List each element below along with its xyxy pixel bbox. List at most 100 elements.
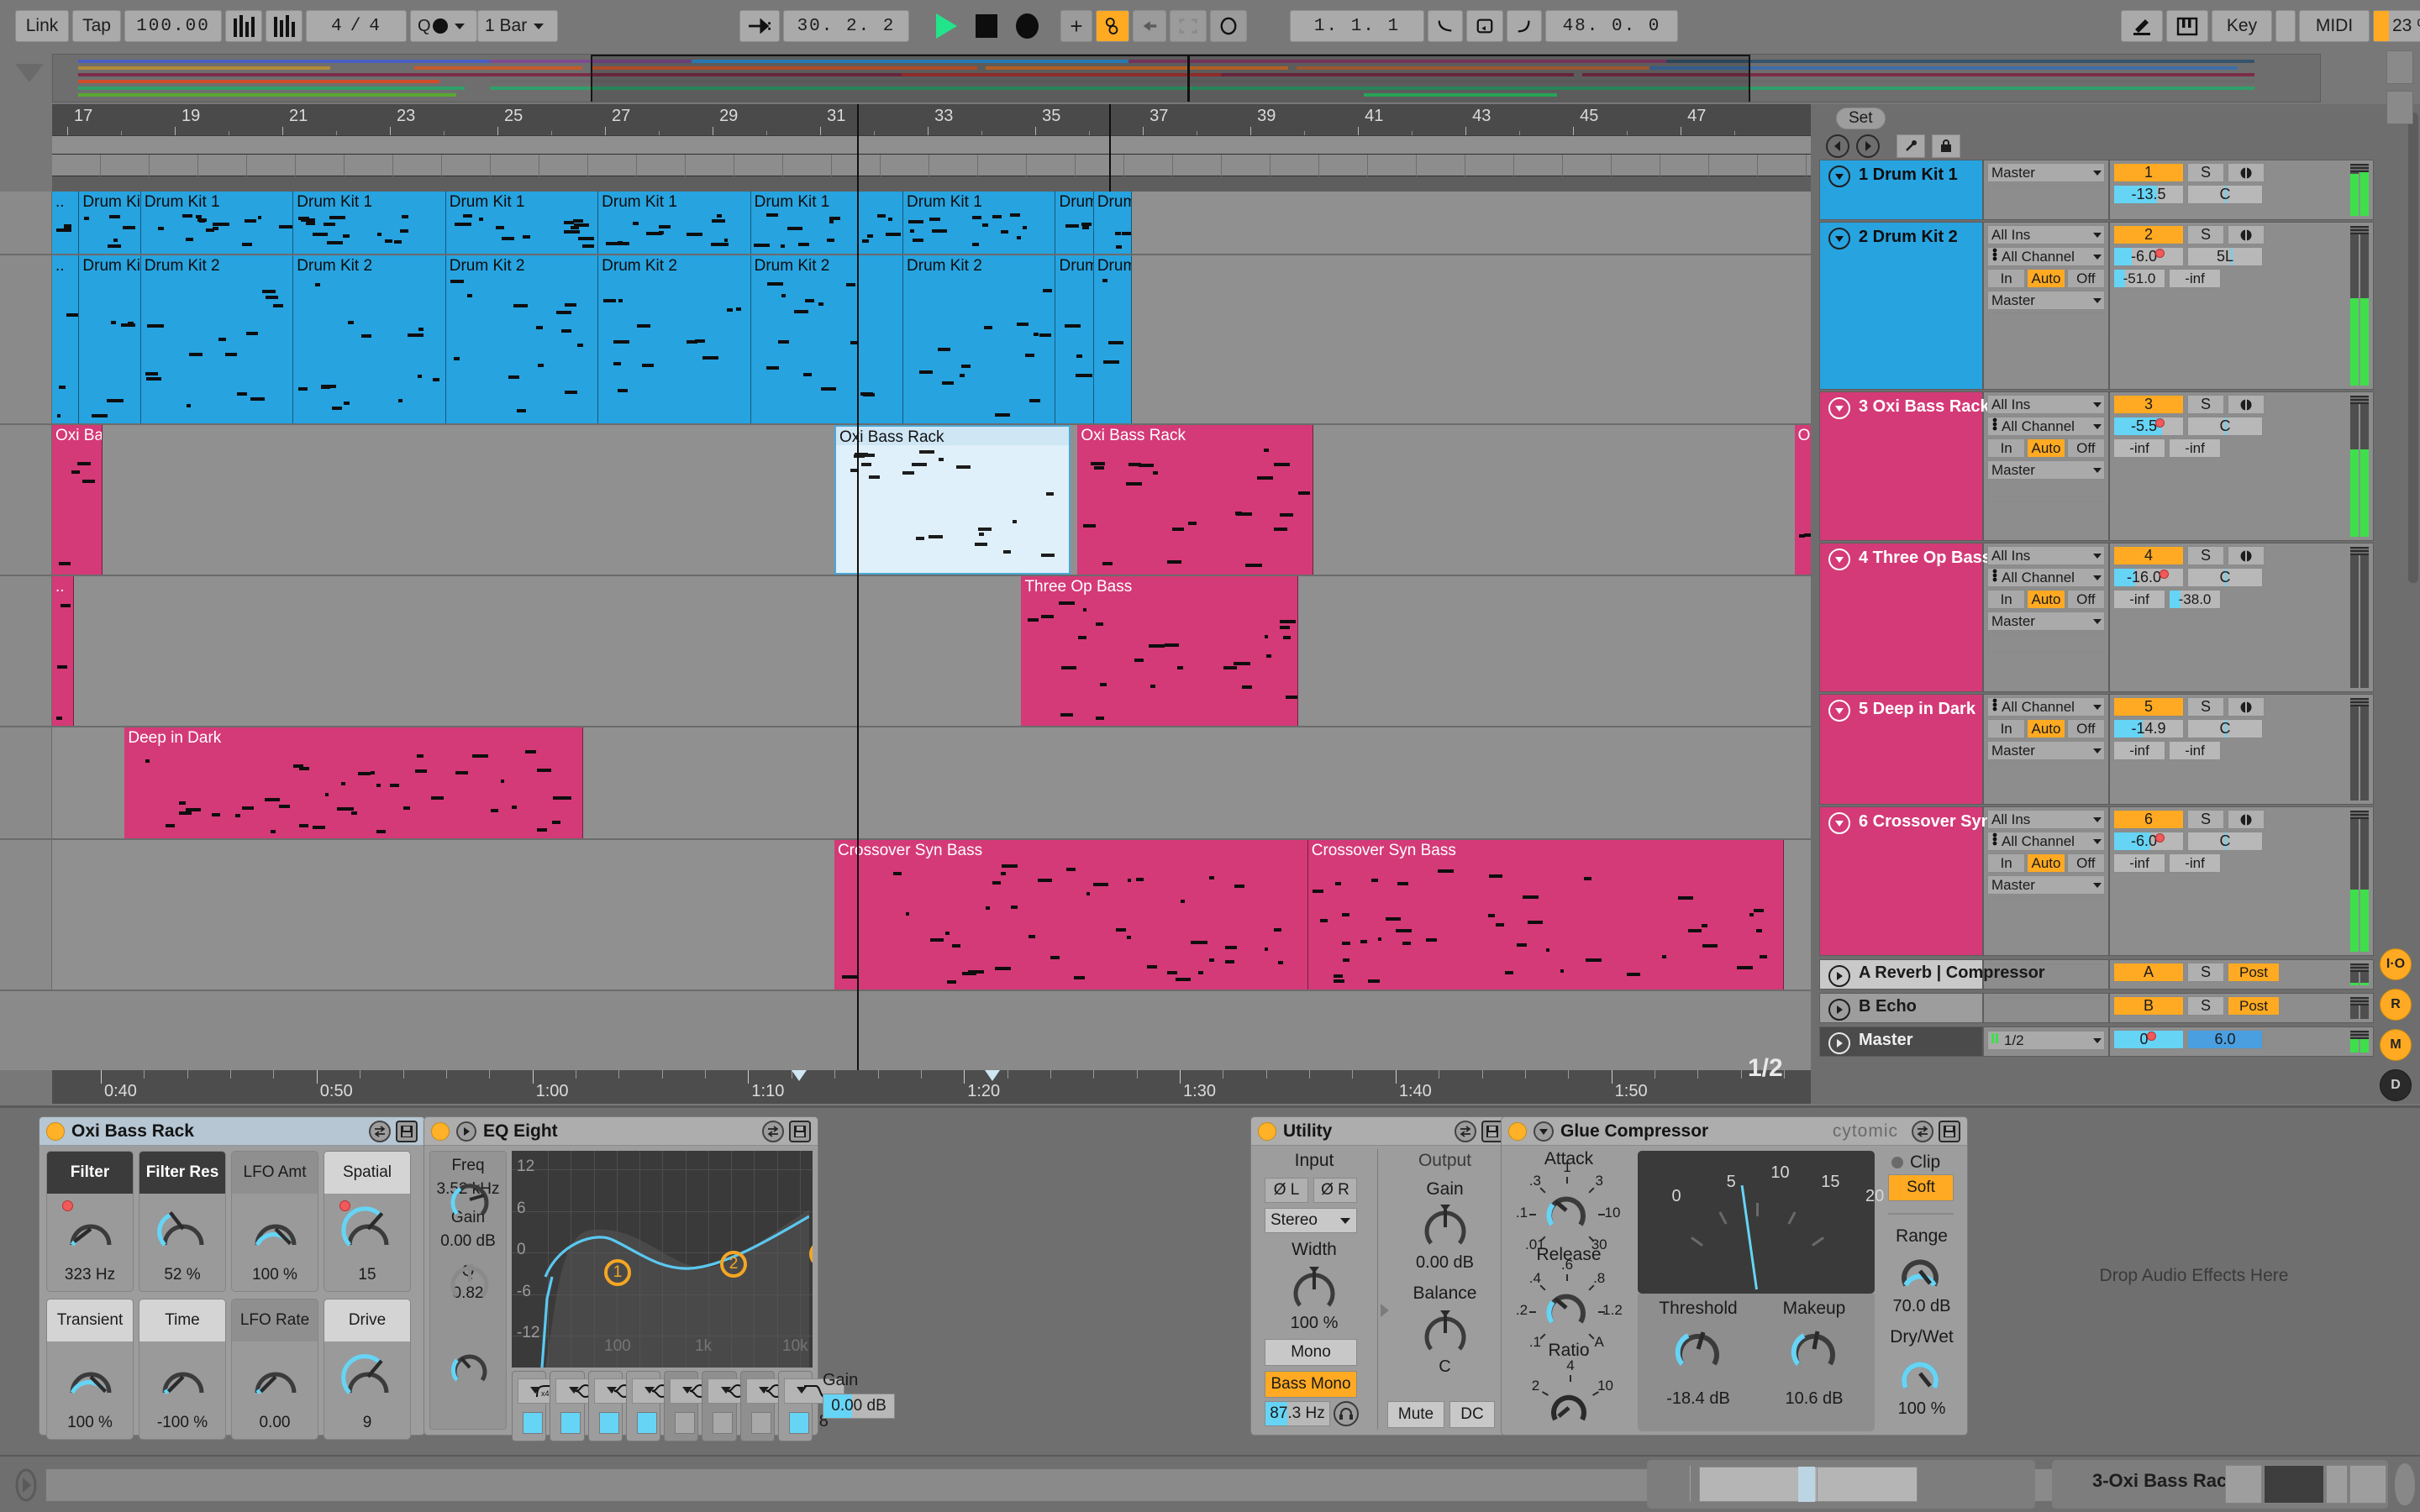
overview-collapse-arrow[interactable] [15,64,44,82]
io-select[interactable] [1987,763,2105,782]
loop-selection-button[interactable] [1170,10,1207,42]
send-a-field[interactable]: -inf [2113,438,2165,458]
scene-segment[interactable] [1222,155,1270,176]
volume-field[interactable]: -6.0 [2113,247,2184,266]
bass-mono-audition-button[interactable] [1334,1401,1359,1426]
monitor-option-off[interactable]: Off [2067,590,2105,609]
scene-segment[interactable] [832,155,881,176]
macro-knob[interactable] [59,1345,123,1409]
volume-field[interactable]: -13.5 [2113,185,2184,204]
scene-segment[interactable] [491,155,539,176]
output-gain-knob[interactable] [1419,1201,1471,1253]
volume-field[interactable]: -6.0 [2113,832,2184,851]
eq-frequency-graph[interactable]: 1260-6-121001k10k1238 [512,1151,813,1368]
save-preset-icon[interactable] [789,1121,811,1142]
draw-mode-button[interactable] [2121,10,2163,42]
track-fold-icon[interactable] [1828,700,1850,722]
return-fold-icon[interactable] [1828,965,1850,987]
arrangement-clip[interactable]: Drum K [1055,255,1093,423]
return-solo-button[interactable]: S [2187,996,2224,1016]
hot-swap-icon[interactable] [1912,1121,1933,1142]
send-b-field[interactable]: -38.0 [2169,590,2221,609]
arrangement-clip[interactable]: Deep in Dark [124,727,582,838]
solo-button[interactable]: S [2187,697,2224,717]
scene-segment[interactable] [345,155,393,176]
device-power-led-icon[interactable] [46,1122,65,1141]
arm-record-button[interactable] [2228,810,2265,829]
solo-button[interactable]: S [2187,810,2224,829]
scene-segment[interactable] [1709,155,1758,176]
tempo-field[interactable]: 100.00 [124,10,222,42]
eq-band[interactable]: 8 [778,1371,813,1441]
arrangement-clip[interactable]: Drum Kit 2 [141,255,293,423]
arrangement-clip[interactable]: Drum Kit 1 [141,192,293,254]
device-header-glue[interactable]: Glue Compressor cytomic [1502,1117,1967,1146]
io-select[interactable]: All Channel [1987,247,2105,266]
eq-band-node[interactable]: 2 [720,1251,747,1278]
track-fold-icon[interactable] [1828,397,1850,419]
eq-band-enable-checkbox[interactable] [789,1412,809,1434]
loop-brace-marker[interactable] [985,1070,1000,1081]
eq-band[interactable]: 4 [626,1371,660,1441]
track-fold-icon[interactable] [1828,549,1850,570]
track-activator-button[interactable]: 4 [2113,546,2184,565]
metronome-button[interactable] [225,10,262,42]
return-track-name-cell[interactable]: B Echo [1819,993,1983,1023]
arrangement-track[interactable]: ..Drum Kit 2Drum Kit 2Drum Kit 2Drum Kit… [0,255,1811,425]
io-select[interactable] [1987,897,2105,916]
monitor-option-in[interactable]: In [1987,853,2025,873]
macro-control[interactable]: Drive 9 [324,1299,411,1440]
hot-swap-icon[interactable] [369,1121,391,1142]
arrangement-clip[interactable]: .. [52,192,79,254]
arrangement-clip[interactable]: Oxi Bass Rack [834,425,1071,575]
lock-envelopes-button[interactable] [1932,134,1960,158]
solo-button[interactable]: S [2187,395,2224,414]
loop-brace-marker[interactable] [792,1070,807,1081]
track-name-cell[interactable]: 4 Three Op Bass [1819,543,1983,692]
macro-knob[interactable] [244,1197,308,1261]
eq-band[interactable]: 6 [702,1371,736,1441]
arrangement-track[interactable]: Oxi BasOxi Bass RackOxi Bass RackOxi Bas [0,425,1811,576]
eq-band-enable-checkbox[interactable] [599,1412,619,1434]
arrangement-clip[interactable]: Drum Kit 2 [446,255,598,423]
eq-band[interactable]: 3 [588,1371,623,1441]
macro-control[interactable]: LFO Amt 100 % [231,1151,318,1292]
scene-segment[interactable] [1173,155,1222,176]
eq-band-enable-checkbox[interactable] [523,1412,543,1434]
delay-toggle-button[interactable]: D [2380,1069,2412,1101]
io-select[interactable]: All Channel [1987,697,2105,717]
send-a-field[interactable]: -inf [2113,853,2165,873]
punch-in-button[interactable] [1428,10,1463,42]
arrangement-clip[interactable]: Drum Kit 2 [293,255,445,423]
io-select[interactable]: Master [1987,291,2105,310]
scene-segment[interactable] [1270,155,1319,176]
solo-button[interactable]: S [2187,163,2224,182]
scene-segment[interactable] [1612,155,1660,176]
punch-out-button[interactable] [1507,10,1542,42]
width-knob[interactable] [1288,1263,1340,1315]
device-header-oxi[interactable]: Oxi Bass Rack [39,1117,424,1146]
track-clip-area[interactable]: Deep in Dark [52,727,1811,838]
returns-toggle-button[interactable]: R [2380,989,2412,1021]
monitor-option-auto[interactable]: Auto [2027,438,2065,458]
return-post-button[interactable]: Post [2228,996,2280,1016]
arrangement-track[interactable]: Deep in Dark [0,727,1811,840]
scene-segment[interactable] [1027,155,1076,176]
nav-next-button[interactable] [1856,134,1880,158]
scene-segment[interactable] [1319,155,1368,176]
send-b-field[interactable]: -inf [2169,853,2221,873]
hot-swap-icon[interactable] [762,1121,784,1142]
attack-knob[interactable] [1542,1188,1592,1235]
scene-segment[interactable] [198,155,247,176]
mixer-toggle-button[interactable]: M [2380,1029,2412,1061]
scene-segment[interactable] [881,155,929,176]
arrangement-clip[interactable]: Crossover Syn Bass [1308,840,1784,990]
scene-segment[interactable] [978,155,1027,176]
eq-band[interactable]: x41 [512,1371,546,1441]
scene-segment[interactable] [1124,155,1173,176]
arrangement-clip[interactable]: Drum Kit 1 [79,192,140,254]
scene-segment[interactable] [1514,155,1563,176]
arrangement-loop-lane[interactable] [52,136,1811,155]
arm-record-button[interactable] [2228,546,2265,565]
send-a-field[interactable]: -51.0 [2113,269,2165,288]
